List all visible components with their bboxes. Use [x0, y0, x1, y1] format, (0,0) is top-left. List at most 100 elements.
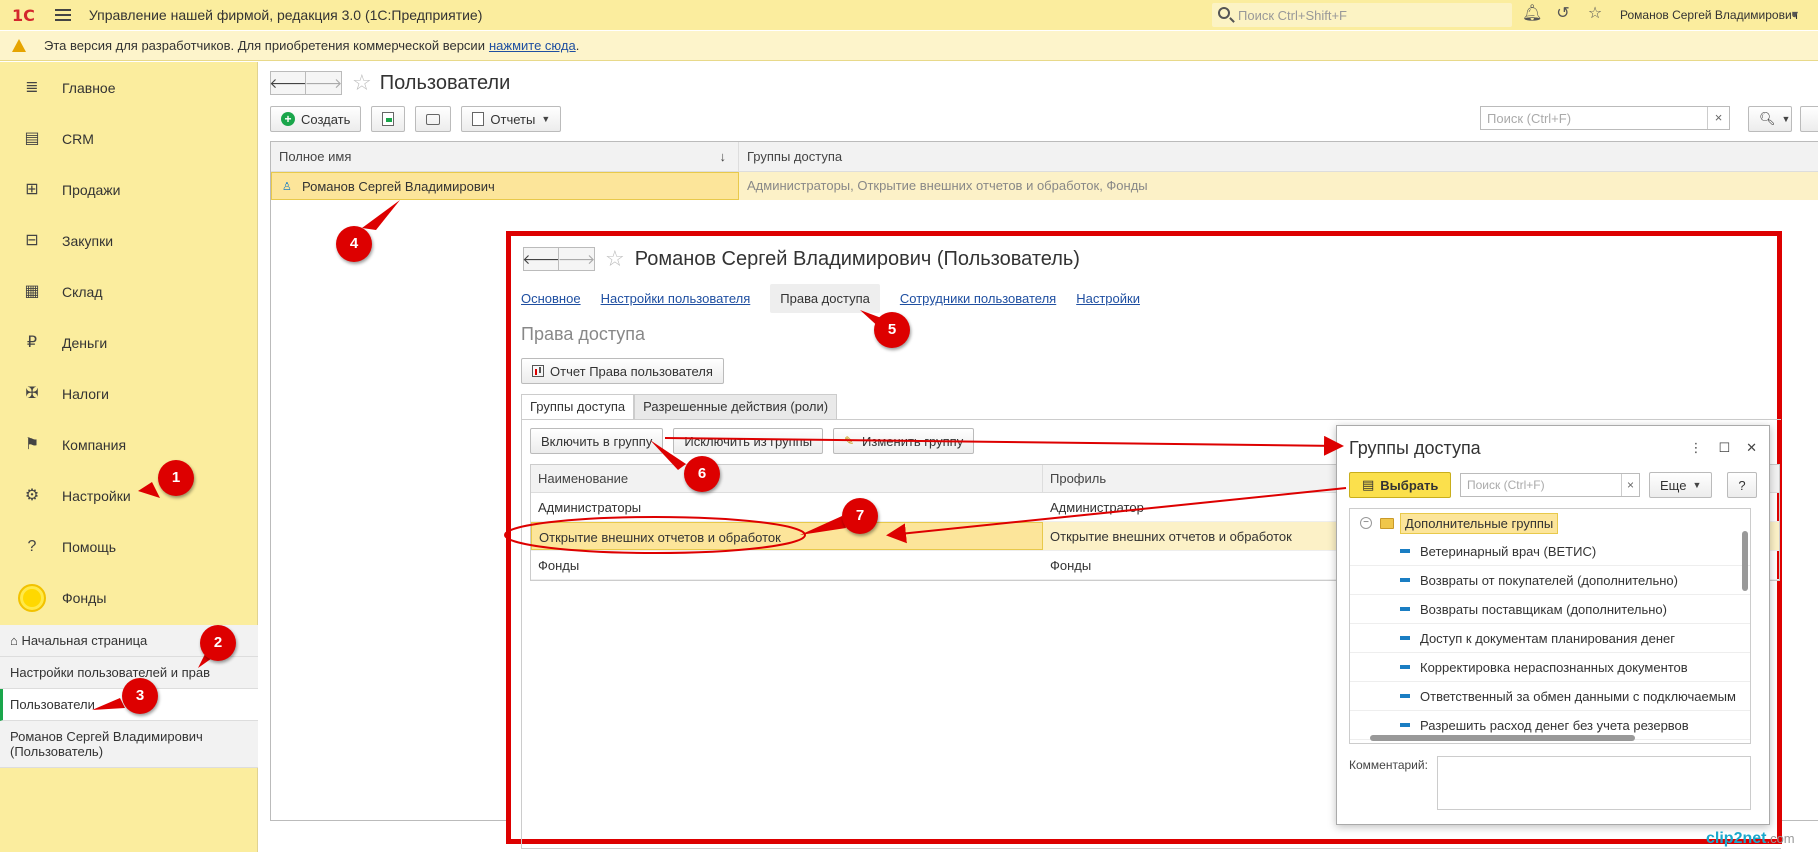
- report-icon: [472, 112, 485, 126]
- column-label: Полное имя: [279, 149, 352, 164]
- search-button[interactable]: 🔍︎ ▼: [1748, 106, 1792, 132]
- create-button[interactable]: + Создать: [270, 106, 362, 132]
- column-header-groups[interactable]: Группы доступа: [739, 142, 842, 171]
- select-button[interactable]: ▤ Выбрать: [1349, 472, 1452, 498]
- chevron-down-icon: ▼: [1692, 480, 1702, 490]
- favorite-star-icon[interactable]: ☆: [605, 246, 625, 272]
- comment-button[interactable]: [415, 106, 452, 132]
- edit-group-button[interactable]: ✎ Изменить группу: [833, 428, 975, 454]
- sidebar-item-sales[interactable]: ⊞ Продажи: [0, 164, 258, 215]
- sidebar-item-taxes[interactable]: ✠ Налоги: [0, 368, 258, 419]
- chevron-down-icon[interactable]: ▾: [1792, 7, 1798, 21]
- open-window-user-card[interactable]: Романов Сергей Владимирович (Пользовател…: [0, 721, 258, 768]
- maximize-icon[interactable]: ☐: [1718, 440, 1730, 456]
- tab-access-groups[interactable]: Группы доступа: [521, 394, 635, 420]
- tab-main[interactable]: Основное: [521, 291, 581, 306]
- sidebar-item-label: CRM: [62, 130, 94, 147]
- dialog-more-button[interactable]: Еще ▼: [1649, 472, 1713, 498]
- star-icon[interactable]: ☆: [1586, 5, 1604, 23]
- copy-button[interactable]: [371, 106, 406, 132]
- tree-item-label: Ответственный за обмен данными с подключ…: [1420, 688, 1736, 704]
- list-item[interactable]: Возвраты поставщикам (дополнительно): [1350, 595, 1750, 624]
- tab-user-employees[interactable]: Сотрудники пользователя: [900, 291, 1056, 306]
- clear-icon[interactable]: ×: [1707, 107, 1729, 129]
- history-icon[interactable]: ↺: [1554, 5, 1572, 23]
- sidebar-item-label: Компания: [62, 436, 127, 453]
- 1c-logo[interactable]: 1С: [12, 6, 35, 25]
- sidebar-item-company[interactable]: ⚑ Компания: [0, 419, 258, 470]
- collapse-icon[interactable]: −: [1360, 517, 1372, 529]
- sidebar-item-warehouse[interactable]: ▦ Склад: [0, 266, 258, 317]
- dialog-help-button[interactable]: ?: [1727, 472, 1757, 498]
- comment-field[interactable]: [1437, 756, 1751, 810]
- search-icon: [1218, 7, 1230, 19]
- tab-access-rights[interactable]: Права доступа: [770, 284, 880, 313]
- group-item-icon: [1400, 636, 1410, 640]
- dialog-title: Группы доступа: [1349, 438, 1481, 458]
- list-item[interactable]: Корректировка нераспознанных документов: [1350, 653, 1750, 682]
- sidebar-item-money[interactable]: ₽ Деньги: [0, 317, 258, 368]
- exclude-from-group-button[interactable]: Исключить из группы: [673, 428, 824, 454]
- group-name: Администраторы: [538, 500, 642, 515]
- sidebar-item-label: Продажи: [62, 181, 121, 198]
- purchase-link[interactable]: нажмите сюда: [489, 38, 576, 53]
- horizontal-scrollbar[interactable]: [1370, 735, 1635, 741]
- annotation-marker: 6: [684, 456, 720, 492]
- sidebar-item-help[interactable]: ? Помощь: [0, 521, 258, 572]
- reports-button[interactable]: Отчеты ▼: [461, 106, 562, 132]
- gear-icon: ⚙: [24, 486, 40, 504]
- edit-group-label: Изменить группу: [862, 433, 964, 449]
- more-button[interactable]: [1800, 106, 1818, 132]
- column-header-fullname[interactable]: Полное имя ↓: [271, 142, 739, 171]
- current-user-name[interactable]: Романов Сергей Владимирович: [1620, 8, 1798, 22]
- list-item[interactable]: Ответственный за обмен данными с подключ…: [1350, 682, 1750, 711]
- user-rights-report-button[interactable]: Отчет Права пользователя: [521, 358, 724, 384]
- dialog-search-input[interactable]: Поиск (Ctrl+F) ×: [1460, 473, 1640, 497]
- dialog-search-placeholder: Поиск (Ctrl+F): [1467, 478, 1545, 492]
- list-search-input[interactable]: Поиск (Ctrl+F) ×: [1480, 106, 1730, 130]
- global-search-input[interactable]: Поиск Ctrl+Shift+F: [1212, 3, 1512, 27]
- forward-button[interactable]: 🡒: [558, 247, 595, 271]
- close-icon[interactable]: ✕: [1746, 440, 1757, 456]
- forward-button[interactable]: 🡒: [305, 71, 342, 95]
- tab-user-settings[interactable]: Настройки пользователя: [601, 291, 751, 306]
- table-row[interactable]: ♙ Романов Сергей Владимирович Администрат…: [271, 172, 1818, 200]
- help-icon: ?: [27, 537, 37, 555]
- flag-icon: ⚑: [24, 435, 40, 453]
- sidebar-item-main[interactable]: ≣ Главное: [0, 62, 258, 113]
- tree-root-additional-groups[interactable]: − Дополнительные группы: [1350, 509, 1750, 537]
- group-item-icon: [1400, 694, 1410, 698]
- annotation-marker: 2: [200, 625, 236, 661]
- column-header-profile[interactable]: Профиль: [1043, 465, 1106, 492]
- report-btn-label: Отчет Права пользователя: [550, 363, 713, 379]
- favorite-star-icon[interactable]: ☆: [352, 70, 372, 96]
- tree-item-label: Доступ к документам планирования денег: [1420, 630, 1675, 646]
- tab-settings[interactable]: Настройки: [1076, 291, 1140, 306]
- back-button[interactable]: 🡐: [522, 247, 560, 271]
- list-item[interactable]: Возвраты от покупателей (дополнительно): [1350, 566, 1750, 595]
- include-in-group-button[interactable]: Включить в группу: [530, 428, 664, 454]
- list-item[interactable]: Доступ к документам планирования денег: [1350, 624, 1750, 653]
- sidebar-item-funds[interactable]: Фонды: [0, 572, 258, 623]
- tab-allowed-actions[interactable]: Разрешенные действия (роли): [634, 394, 838, 420]
- select-icon: ▤: [1362, 477, 1375, 492]
- annotation-marker: 4: [336, 226, 372, 262]
- sidebar-item-settings[interactable]: ⚙ Настройки: [0, 470, 258, 521]
- list-item[interactable]: Ветеринарный врач (ВЕТИС): [1350, 537, 1750, 566]
- sidebar-item-purchases[interactable]: ⊟ Закупки: [0, 215, 258, 266]
- group-name: Фонды: [538, 558, 580, 573]
- column-header-name[interactable]: Наименование: [531, 465, 1043, 492]
- sidebar-item-crm[interactable]: ▤ CRM: [0, 113, 258, 164]
- back-button[interactable]: 🡐: [269, 71, 307, 95]
- vertical-scrollbar[interactable]: [1742, 531, 1748, 591]
- menu-icon[interactable]: [54, 9, 71, 21]
- plus-icon: +: [281, 112, 295, 126]
- tree-item-label: Возвраты поставщикам (дополнительно): [1420, 601, 1667, 617]
- bell-icon[interactable]: 🔔︎: [1522, 5, 1542, 23]
- user-icon: ♙: [282, 181, 292, 193]
- group-item-icon: [1400, 723, 1410, 727]
- more-vertical-icon[interactable]: ⋮: [1689, 440, 1702, 456]
- open-window-label: Начальная страница: [21, 633, 148, 648]
- clear-icon[interactable]: ×: [1621, 474, 1639, 496]
- global-search-placeholder: Поиск Ctrl+Shift+F: [1238, 7, 1347, 23]
